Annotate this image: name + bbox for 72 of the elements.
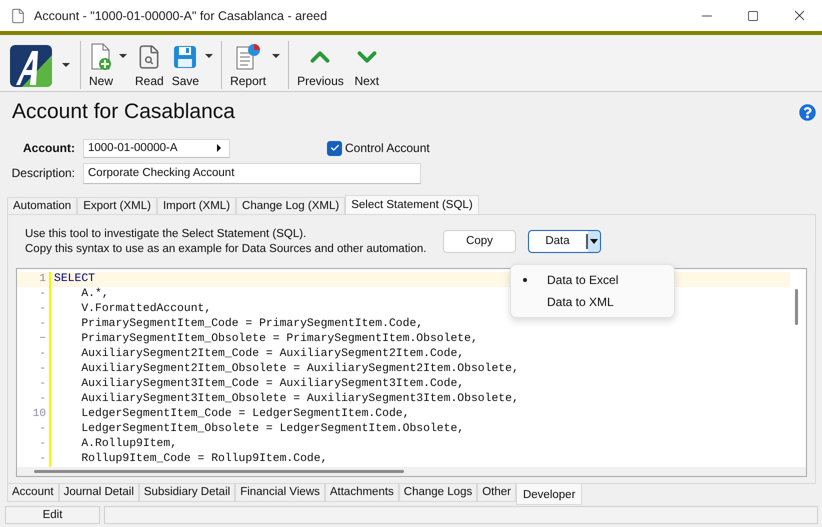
account-field[interactable]: 1000-01-00000-A <box>83 138 230 158</box>
tab[interactable]: Import (XML) <box>156 196 236 214</box>
app-logo[interactable] <box>10 44 52 87</box>
tab[interactable]: Change Logs <box>398 484 478 502</box>
status-mode: Edit <box>5 506 100 524</box>
tab[interactable]: Journal Detail <box>58 484 139 502</box>
caret-icon[interactable] <box>119 54 128 58</box>
code-line: PrimarySegmentItem_Code = PrimarySegmentItem.Code, <box>80 316 424 332</box>
code-line: Rollup9Item_Code = Rollup9Item.Code, <box>80 452 328 467</box>
line-number: − <box>17 332 51 347</box>
line-number: 1 <box>17 272 51 287</box>
tab[interactable]: Attachments <box>324 484 399 502</box>
caret-icon[interactable] <box>62 62 70 67</box>
copy-button[interactable]: Copy <box>443 230 516 253</box>
line-number: - <box>17 346 51 362</box>
caret-icon[interactable] <box>205 54 214 58</box>
code-line: A.*, <box>80 286 109 302</box>
toolbar-button[interactable]: New <box>85 42 118 88</box>
toolbar-button[interactable]: Read <box>131 42 168 88</box>
menu-item[interactable]: Data to Excel <box>511 268 674 291</box>
new-document-icon <box>89 42 113 71</box>
tab[interactable]: Subsidiary Detail <box>138 484 236 502</box>
code-line: LedgerSegmentItem_Obsolete = LedgerSegmentItem.Obsolete, <box>80 422 464 437</box>
description-label: Description: <box>10 166 75 180</box>
caret-icon[interactable] <box>272 54 280 58</box>
tab[interactable]: Account <box>7 484 59 502</box>
toolbar-button[interactable]: Save <box>168 42 204 88</box>
toolbar-button[interactable]: Previous <box>293 42 348 88</box>
code-line: AuxiliarySegment3Item_Code = AuxiliarySegment3Item.Code, <box>80 376 464 392</box>
line-number: - <box>17 316 51 332</box>
tab[interactable]: Developer <box>516 484 582 505</box>
code-editor[interactable] <box>16 268 807 477</box>
save-icon <box>173 44 198 69</box>
toolbar-button[interactable]: Next <box>348 42 386 88</box>
account-label: Account: <box>22 141 75 156</box>
tab[interactable]: Select Statement (SQL) <box>345 194 479 214</box>
data-dropdown-button[interactable]: Data <box>528 230 601 253</box>
tab[interactable]: Export (XML) <box>77 196 157 214</box>
code-line: AuxiliarySegment3Item_Obsolete = AuxiliarySegment3Item.Obsolete, <box>80 392 519 407</box>
line-number: - <box>17 422 51 437</box>
checkmark-icon <box>330 143 340 154</box>
window-title: Account - "1000-01-00000-A" for Casablanca - areed <box>34 8 328 22</box>
line-number: - <box>17 436 51 452</box>
toolbar-button[interactable]: Report <box>226 42 270 88</box>
tab[interactable]: Automation <box>7 196 78 214</box>
line-number: - <box>17 362 51 377</box>
code-line: V.FormattedAccount, <box>80 302 212 317</box>
code-line: A.Rollup9Item, <box>80 436 178 452</box>
document-icon <box>10 8 26 24</box>
checkbox[interactable] <box>327 140 342 156</box>
description-field[interactable]: Corporate Checking Account <box>83 162 421 184</box>
line-number: - <box>17 376 51 392</box>
checkbox-label: Control Account <box>345 141 430 156</box>
code-line: AuxiliarySegment2Item_Code = AuxiliarySegment2Item.Code, <box>80 346 464 362</box>
instruction-text: Copy this syntax to use as an example for Data Sources and other automation. <box>25 242 428 255</box>
code-line: PrimarySegmentItem_Obsolete = PrimarySegmentItem.Obsolete, <box>80 332 478 347</box>
tab[interactable]: Financial Views <box>235 484 325 502</box>
maximize-icon[interactable] <box>747 10 759 22</box>
line-number: - <box>17 286 51 302</box>
menu-item[interactable]: Data to XML <box>511 290 674 313</box>
line-number: 10 <box>17 406 51 422</box>
report-icon <box>235 42 262 71</box>
page-heading: Account for Casablanca <box>12 100 235 124</box>
line-number: - <box>17 302 51 317</box>
instruction-text: Use this tool to investigate the Select Statement (SQL). <box>25 228 308 240</box>
code-line: SELECT <box>53 272 96 287</box>
tab[interactable]: Change Log (XML) <box>236 196 346 214</box>
help-icon[interactable] <box>799 104 816 121</box>
code-line: LedgerSegmentItem_Code = LedgerSegmentItem.Code, <box>80 406 410 422</box>
line-number: - <box>17 392 51 407</box>
tab[interactable]: Other <box>477 484 516 502</box>
code-line: AuxiliarySegment2Item_Obsolete = AuxiliarySegment2Item.Obsolete, <box>80 362 519 377</box>
